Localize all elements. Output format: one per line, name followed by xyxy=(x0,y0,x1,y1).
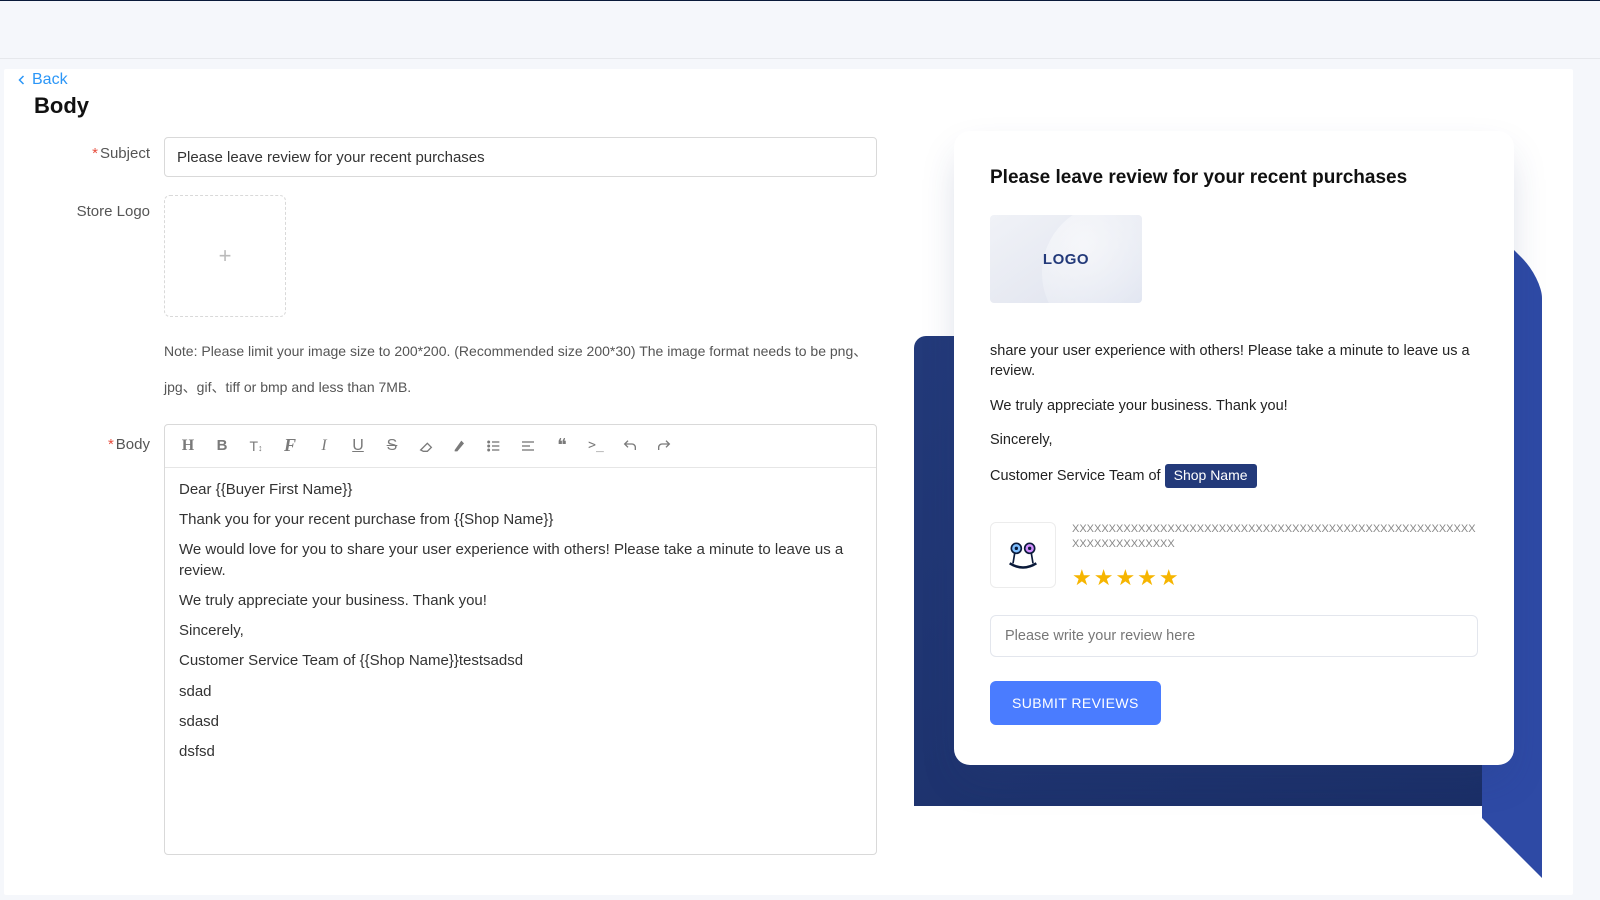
form-column: Body *Subject Store Logo + Note: Please … xyxy=(4,69,904,895)
product-thumbnail xyxy=(990,522,1056,588)
chevron-left-icon xyxy=(16,74,28,86)
underline-icon[interactable]: U xyxy=(341,431,375,461)
code-icon[interactable]: >_ xyxy=(579,431,613,461)
submit-reviews-button[interactable]: SUBMIT REVIEWS xyxy=(990,681,1161,725)
logo-upload-box[interactable]: + xyxy=(164,195,286,317)
heading-icon[interactable]: H xyxy=(171,431,205,461)
store-logo-label: Store Logo xyxy=(34,195,164,220)
page-title: Body xyxy=(34,93,880,119)
preview-stage: Please leave review for your recent purc… xyxy=(904,101,1536,781)
editor-body[interactable]: Dear {{Buyer First Name}}Thank you for y… xyxy=(165,468,876,854)
redo-icon[interactable] xyxy=(647,431,681,461)
back-button[interactable]: Back xyxy=(6,63,78,97)
subject-label: *Subject xyxy=(34,137,164,162)
product-meta: XXXXXXXXXXXXXXXXXXXXXXXXXXXXXXXXXXXXXXXX… xyxy=(1072,522,1478,594)
star-rating: ★★★★★ xyxy=(1072,563,1478,594)
eraser-icon[interactable] xyxy=(409,431,443,461)
row-subject: *Subject xyxy=(34,137,880,177)
back-label: Back xyxy=(32,71,68,89)
preview-paragraph-2: We truly appreciate your business. Thank… xyxy=(990,396,1478,416)
logo-size-note: Note: Please limit your image size to 20… xyxy=(164,333,877,406)
font-size-icon[interactable]: T↕ xyxy=(239,431,273,461)
page-card: Body *Subject Store Logo + Note: Please … xyxy=(4,69,1573,895)
preview-card: Please leave review for your recent purc… xyxy=(954,131,1514,765)
subject-input[interactable] xyxy=(164,137,877,177)
editor-toolbar: H B T↕ F I U S xyxy=(165,425,876,468)
highlight-icon[interactable] xyxy=(443,431,477,461)
preview-paragraph-1: share your user experience with others! … xyxy=(990,341,1478,382)
strikethrough-icon[interactable]: S xyxy=(375,431,409,461)
preview-logo: LOGO xyxy=(990,215,1142,303)
preview-paragraph-4: Customer Service Team of Shop Name xyxy=(990,464,1478,488)
font-family-icon[interactable]: F xyxy=(273,431,307,461)
preview-paragraph-3: Sincerely, xyxy=(990,430,1478,450)
quote-icon[interactable]: ❝ xyxy=(545,431,579,461)
list-icon[interactable] xyxy=(477,431,511,461)
italic-icon[interactable]: I xyxy=(307,431,341,461)
plus-icon: + xyxy=(219,243,232,269)
review-placeholder-box[interactable]: Please write your review here xyxy=(990,615,1478,657)
row-body: *Body H B T↕ F I U S xyxy=(34,424,880,855)
shop-name-tag: Shop Name xyxy=(1165,464,1257,488)
align-icon[interactable] xyxy=(511,431,545,461)
breadcrumb xyxy=(0,1,1600,58)
body-label: *Body xyxy=(34,424,164,453)
preview-product-row: XXXXXXXXXXXXXXXXXXXXXXXXXXXXXXXXXXXXXXXX… xyxy=(990,522,1478,594)
product-name: XXXXXXXXXXXXXXXXXXXXXXXXXXXXXXXXXXXXXXXX… xyxy=(1072,522,1478,553)
rich-text-editor: H B T↕ F I U S xyxy=(164,424,877,855)
undo-icon[interactable] xyxy=(613,431,647,461)
row-store-logo: Store Logo + Note: Please limit your ima… xyxy=(34,195,880,406)
preview-title: Please leave review for your recent purc… xyxy=(990,167,1478,189)
bold-icon[interactable]: B xyxy=(205,431,239,461)
preview-column: Please leave review for your recent purc… xyxy=(904,69,1516,895)
